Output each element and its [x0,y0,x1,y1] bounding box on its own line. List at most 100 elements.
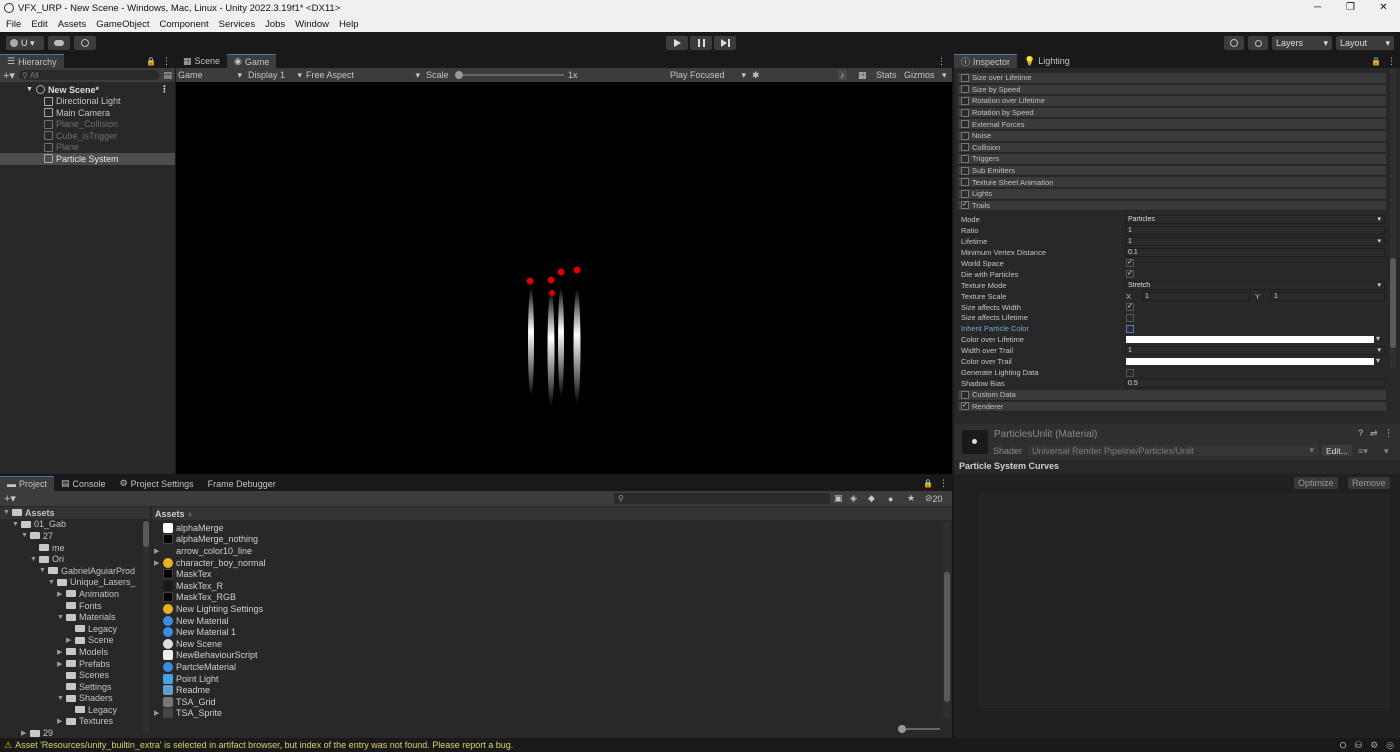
asset-item[interactable]: New Scene [154,638,934,650]
property-checkbox[interactable]: ✓ [1126,303,1134,312]
remove-button[interactable]: Remove [1348,477,1390,489]
asset-item[interactable]: PartcleMaterial [154,661,934,673]
search-button[interactable] [1248,36,1268,50]
folder-tree-item[interactable]: ▶ Textures [0,716,150,728]
audio-mute-icon[interactable]: ♪ [838,70,847,80]
filter-type-icon[interactable]: ▣ [834,493,843,504]
expand-icon[interactable]: ▼ [30,556,39,563]
shader-edit-button[interactable]: Edit... [1322,445,1352,456]
help-icon[interactable]: ? [1358,428,1363,438]
gizmos-button[interactable]: Gizmos [904,70,935,80]
status-bar[interactable]: ⚠ Asset 'Resources/unity_builtin_extra' … [0,738,1400,752]
menu-gameobject[interactable]: GameObject [96,19,149,30]
folder-tree-item[interactable]: ▶ Scene [0,635,150,647]
layers-dropdown[interactable]: Layers ▾ [1272,36,1332,50]
module-header[interactable]: Texture Sheet Animation [958,177,1386,188]
scene-row[interactable]: ▼ New Scene* ⋮ [0,84,175,96]
bug-icon[interactable]: ✱ [752,70,760,81]
menu-window[interactable]: Window [295,19,329,30]
module-header[interactable]: Rotation over Lifetime [958,96,1386,107]
property-field[interactable]: 0.5 [1125,379,1385,389]
account-button[interactable]: U ▾ [6,36,44,50]
asset-item[interactable]: alphaMerge_nothing [154,534,934,546]
scrollbar-thumb[interactable] [1390,258,1396,348]
scrollbar-thumb[interactable] [143,521,149,547]
property-dropdown[interactable]: 1 ▾ [1125,236,1385,246]
inspector-scrollbar[interactable] [1390,68,1396,368]
folder-tree-item[interactable]: Settings [0,681,150,693]
close-button[interactable]: ✕ [1367,0,1400,16]
module-toggle-checkbox[interactable] [961,390,969,399]
module-header[interactable]: Lights [958,189,1386,200]
menu-edit[interactable]: Edit [31,19,47,30]
folder-tree-item[interactable]: ▼ 01_Gab [0,519,150,531]
menu-help[interactable]: Help [339,19,359,30]
menu-component[interactable]: Component [160,19,209,30]
asset-item[interactable]: ▶ arrow_color10_line [154,545,934,557]
lock-icon[interactable]: 🔒 [146,57,156,66]
folder-tree-item[interactable]: me [0,542,150,554]
tab-frame-debugger[interactable]: Frame Debugger [201,476,283,491]
menu-services[interactable]: Services [219,19,255,30]
module-toggle-checkbox[interactable] [961,96,969,105]
cloud-button[interactable] [48,36,70,50]
collab-button[interactable] [74,36,96,50]
more-icon[interactable]: ⋮ [939,478,948,489]
stats-button[interactable]: Stats [876,70,897,80]
hidden-packages-toggle[interactable]: ⊘ 20 [925,493,943,504]
expand-icon[interactable]: ▼ [39,567,48,574]
asset-item[interactable]: MaskTex_R [154,580,934,592]
expand-icon[interactable]: ▶ [57,717,66,725]
property-checkbox[interactable] [1126,368,1134,377]
folder-tree-item[interactable]: ▼ Ori [0,553,150,565]
expand-icon[interactable]: ▼ [12,521,21,528]
expand-icon[interactable]: ▼ [57,695,66,702]
asset-scrollbar[interactable] [943,522,951,718]
folder-tree-item[interactable]: ▼ Shaders [0,693,150,705]
filter-label-icon[interactable]: ◈ [850,493,857,504]
property-dropdown[interactable]: 1 ▾ [1125,346,1385,356]
hierarchy-item[interactable]: Main Camera [0,107,175,119]
tab-console[interactable]: ▤ Console [54,476,113,491]
asset-item[interactable]: ▶ TSA_Sprite [154,708,934,720]
scrollbar-thumb[interactable] [944,572,950,702]
property-field[interactable]: 0.1 [1125,247,1385,257]
hierarchy-item[interactable]: Plane [0,142,175,154]
expand-icon[interactable]: ▶ [154,559,163,567]
more-icon[interactable]: ⋮ [937,56,946,67]
tree-scrollbar[interactable] [143,521,149,731]
network-icon[interactable]: ⛭ [1339,740,1346,751]
folder-tree-item[interactable]: Legacy [0,704,150,716]
step-button[interactable] [714,36,736,50]
expand-icon[interactable]: ▶ [154,709,163,717]
folder-tree-item[interactable]: ▶ Animation [0,588,150,600]
progress-icon[interactable]: ◎ [1386,740,1394,751]
asset-item[interactable]: TSA_Grid [154,696,934,708]
chevron-down-icon[interactable]: ▾ [1384,446,1389,457]
module-toggle-checkbox[interactable]: ✓ [961,402,969,411]
folder-tree-item[interactable]: ▼ Assets [0,507,150,519]
more-icon[interactable]: ⋮ [1384,428,1393,439]
module-toggle-checkbox[interactable] [961,108,969,117]
optimize-button[interactable]: Optimize [1294,477,1338,489]
folder-tree-item[interactable]: ▼ 27 [0,530,150,542]
hierarchy-search-input[interactable]: ⚲ All [18,70,160,80]
folder-tree-item[interactable]: Legacy [0,623,150,635]
hierarchy-item-selected[interactable]: Particle System [0,153,175,165]
property-checkbox[interactable] [1126,325,1134,333]
module-header[interactable]: Size over Lifetime [958,73,1386,84]
minimize-button[interactable]: ─ [1301,0,1334,16]
module-header[interactable]: ✓ Renderer [958,401,1386,413]
module-header[interactable]: Noise [958,131,1386,142]
module-header[interactable]: Size by Speed [958,84,1386,96]
asset-item[interactable]: MaskTex [154,568,934,580]
chevron-down-icon[interactable]: ▾ [1376,356,1380,365]
icon-size-slider[interactable] [898,725,940,733]
expand-icon[interactable]: ▼ [48,579,57,586]
expand-icon[interactable]: ▶ [21,729,30,737]
more-icon[interactable]: ⋮ [160,84,169,95]
pause-button[interactable] [690,36,712,50]
scale-slider-handle[interactable] [455,71,463,79]
hierarchy-item[interactable]: Plane_Collision [0,119,175,131]
shader-dropdown[interactable]: Universal Render Pipeline/Particles/Unli… [1028,445,1318,456]
